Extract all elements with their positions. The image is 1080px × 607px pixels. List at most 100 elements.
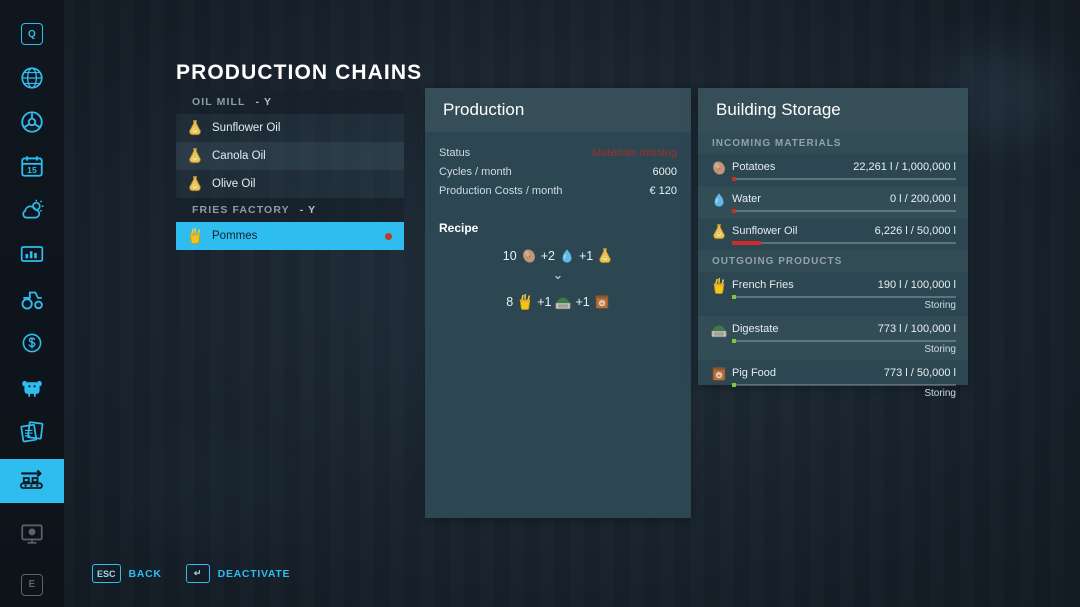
storage-row-top: French Fries 190 l / 100,000 l: [710, 277, 956, 294]
storage-item-status: Storing: [924, 344, 956, 355]
recipe-inputs: 10 +2 +1: [439, 247, 677, 264]
storage-sections: INCOMING MATERIALS Potatoes 22,261 l / 1,0…: [698, 132, 968, 404]
digestate-icon: [554, 293, 571, 310]
calendar-icon: 15: [19, 153, 45, 179]
storage-item-amount: 0 l / 200,000 l: [889, 193, 956, 205]
sidebar-item-finances[interactable]: [0, 321, 64, 365]
sidebar-item-calendar[interactable]: 15: [0, 144, 64, 188]
storage-row-top: Water 0 l / 200,000 l: [710, 191, 956, 207]
chain-list-item[interactable]: Canola Oil: [176, 142, 404, 170]
storage-item-amount: 6,226 l / 50,000 l: [874, 225, 956, 237]
production-stat-label: Status: [439, 146, 471, 159]
sidebar-item-globe[interactable]: [0, 56, 64, 100]
storage-item-name: Sunflower Oil: [732, 225, 798, 237]
steering-wheel-icon: [19, 109, 45, 135]
chain-group-header: FRIES FACTORY - Y: [176, 198, 404, 222]
oil-bottle-icon: [186, 147, 204, 165]
fries-icon: [186, 227, 204, 245]
sidebar: Q 15 E: [0, 0, 64, 607]
chain-group-name: OIL MILL: [192, 96, 246, 108]
storage-capacity-bar: [732, 295, 956, 299]
storage-row: Pig Food 773 l / 50,000 l Storing: [698, 360, 968, 404]
monitor-icon: [19, 520, 45, 546]
svg-text:15: 15: [27, 165, 37, 175]
fries-icon: [710, 277, 726, 294]
storage-row: Digestate 773 l / 100,000 l Storing: [698, 316, 968, 360]
recipe-quantity: +1: [537, 294, 552, 309]
sidebar-item-help-key[interactable]: Q: [0, 12, 64, 56]
tractor-icon: [19, 286, 45, 312]
hint-deactivate[interactable]: ↵ DEACTIVATE: [185, 564, 291, 583]
production-stat-label: Production Costs / month: [439, 184, 563, 197]
chain-item-label: Pommes: [212, 230, 258, 242]
key-cap-icon: ESC: [92, 564, 121, 583]
chain-group-header: OIL MILL - Y: [176, 90, 404, 114]
storage-row: Water 0 l / 200,000 l: [698, 186, 968, 218]
chain-list-item[interactable]: Olive Oil: [176, 170, 404, 198]
storage-panel-title: Building Storage: [698, 88, 968, 132]
production-stat-value: Materials missing: [592, 146, 677, 159]
conveyor-icon: [18, 467, 46, 495]
dollar-icon: [20, 331, 44, 355]
recipe-arrow-icon: ⌄: [552, 267, 564, 282]
key-q-icon: Q: [21, 23, 43, 46]
storage-item-name: Pig Food: [732, 367, 777, 379]
storage-row: French Fries 190 l / 100,000 l Storing: [698, 272, 968, 316]
recipe-input-item: 10: [503, 247, 537, 264]
storage-item-status: Storing: [924, 300, 956, 311]
chain-group-name: FRIES FACTORY: [192, 204, 290, 216]
sidebar-item-screenshot[interactable]: [0, 511, 64, 555]
production-stat-row: Production Costs / month € 120: [439, 182, 677, 199]
storage-section-header: INCOMING MATERIALS: [698, 132, 968, 154]
bottom-hint-bar: ESC BACK ↵ DEACTIVATE: [92, 564, 290, 583]
storage-capacity-bar: [732, 241, 956, 245]
documents-icon: [19, 418, 45, 444]
storage-item-name: Digestate: [732, 323, 779, 335]
sidebar-item-vehicles-wheel[interactable]: [0, 100, 64, 144]
storage-item-name: French Fries: [732, 279, 794, 291]
hint-back[interactable]: ESC BACK: [92, 564, 162, 583]
chain-list-item[interactable]: Sunflower Oil: [176, 114, 404, 142]
oil-bottle-icon: [596, 247, 613, 264]
pig-food-icon: [593, 293, 610, 310]
storage-item-amount: 773 l / 100,000 l: [877, 323, 956, 335]
storage-capacity-bar: [732, 383, 956, 387]
recipe-output-item: +1: [537, 293, 571, 310]
sidebar-item-statistics[interactable]: [0, 232, 64, 276]
chain-list-item[interactable]: Pommes: [176, 222, 404, 250]
key-cap-icon: ↵: [185, 564, 210, 583]
recipe-heading: Recipe: [439, 221, 479, 235]
chain-item-label: Olive Oil: [212, 178, 256, 190]
sidebar-item-production-chains[interactable]: [0, 458, 64, 503]
oil-bottle-icon: [710, 223, 726, 240]
chain-item-label: Canola Oil: [212, 150, 266, 162]
sidebar-item-weather[interactable]: [0, 188, 64, 232]
storage-capacity-bar: [732, 177, 956, 181]
recipe-output-item: 8: [506, 293, 533, 310]
sidebar-item-exit-key[interactable]: E: [0, 563, 64, 607]
sidebar-item-animals[interactable]: [0, 365, 64, 409]
bg-decor: [120, 430, 300, 550]
storage-item-amount: 190 l / 100,000 l: [877, 279, 956, 291]
storage-capacity-bar: [732, 209, 956, 213]
production-stat-row: Status Materials missing: [439, 144, 677, 161]
recipe-quantity: +2: [540, 248, 555, 263]
storage-item-status: Storing: [924, 388, 956, 399]
production-stat-value: 6000: [652, 165, 677, 178]
recipe-quantity: 10: [502, 248, 517, 263]
sidebar-item-contracts[interactable]: [0, 409, 64, 453]
storage-row-top: Sunflower Oil 6,226 l / 50,000 l: [710, 223, 956, 240]
weather-icon: [19, 197, 45, 223]
chart-icon: [19, 241, 45, 267]
recipe-output-item: +1: [575, 293, 609, 310]
sidebar-item-vehicle-tractor[interactable]: [0, 276, 64, 320]
water-drop-icon: [710, 191, 726, 207]
production-chain-list: OIL MILL - Y Sunflower Oil Canola Oil Olive …: [176, 90, 404, 250]
production-stat-value: € 120: [649, 184, 677, 197]
hint-label: BACK: [128, 567, 162, 580]
page-title: PRODUCTION CHAINS: [176, 61, 423, 84]
potato-icon: [520, 247, 537, 264]
fries-icon: [516, 293, 533, 310]
production-stat-label: Cycles / month: [439, 165, 512, 178]
recipe-outputs: 8 +1 +1: [439, 293, 677, 310]
